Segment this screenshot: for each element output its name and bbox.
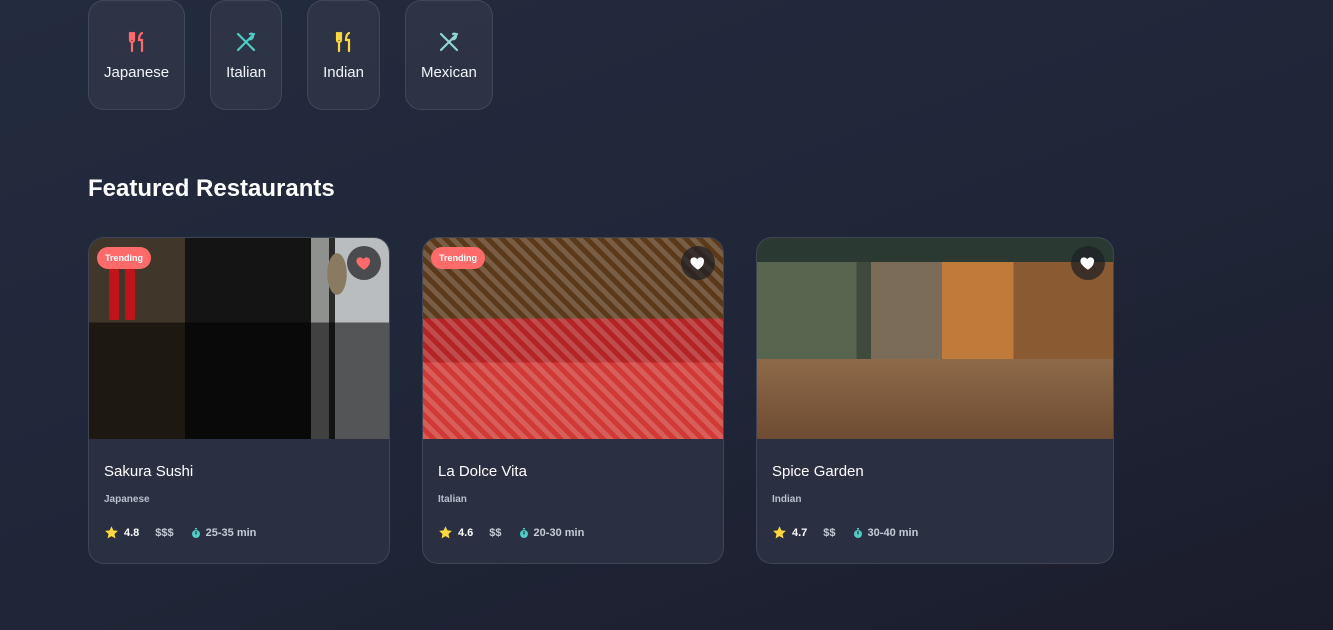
- star-icon: [105, 526, 118, 539]
- decor-vase: [125, 266, 135, 320]
- favorite-button[interactable]: [1071, 246, 1105, 280]
- favorite-button[interactable]: [681, 246, 715, 280]
- restaurant-cuisine: Japanese: [104, 494, 150, 505]
- trending-badge: Trending: [97, 247, 151, 269]
- restaurant-name: La Dolce Vita: [438, 463, 527, 480]
- trending-badge: Trending: [431, 247, 485, 269]
- utensils-crossed-icon: [236, 32, 256, 51]
- category-mexican[interactable]: Mexican: [404, 0, 493, 110]
- rating-value: 4.8: [124, 526, 140, 539]
- category-label: Mexican: [420, 63, 477, 81]
- star-icon: [773, 526, 786, 539]
- fork-knife-icon: [128, 31, 143, 52]
- category-label: Italian: [226, 63, 267, 81]
- restaurant-card-la-dolce-vita[interactable]: Trending La Dolce Vita Italian 4.6 $$ 20…: [422, 237, 724, 564]
- restaurant-cuisine: Italian: [438, 494, 467, 505]
- heart-filled-icon: [356, 257, 371, 270]
- restaurant-photo: Trending: [423, 238, 723, 439]
- timer-icon: [853, 527, 862, 538]
- timer-icon: [191, 527, 200, 538]
- category-label: Japanese: [104, 63, 170, 81]
- favorite-button[interactable]: [347, 246, 381, 280]
- rating-value: 4.7: [792, 526, 808, 539]
- category-indian[interactable]: Indian: [307, 0, 380, 110]
- delivery-time: 20-30 min: [533, 526, 585, 539]
- restaurant-meta: 4.8 $$$ 25-35 min: [104, 525, 374, 540]
- delivery-time: 25-35 min: [205, 526, 257, 539]
- restaurant-name: Sakura Sushi: [104, 463, 194, 480]
- restaurant-meta: 4.7 $$ 30-40 min: [772, 525, 1098, 540]
- category-italian[interactable]: Italian: [210, 0, 283, 110]
- heart-icon: [1080, 257, 1095, 270]
- restaurant-card-sakura-sushi[interactable]: Trending Sakura Sushi Japanese 4.8 $$$ 2…: [88, 237, 390, 564]
- restaurant-meta: 4.6 $$ 20-30 min: [438, 525, 708, 540]
- heart-icon: [690, 257, 705, 270]
- restaurant-card-spice-garden[interactable]: Spice Garden Indian 4.7 $$ 30-40 min: [756, 237, 1114, 564]
- fork-knife-icon: [335, 31, 350, 52]
- restaurant-name: Spice Garden: [772, 463, 864, 480]
- restaurant-photo: Trending: [89, 238, 389, 439]
- restaurant-list: Trending Sakura Sushi Japanese 4.8 $$$ 2…: [88, 237, 1114, 564]
- restaurant-cuisine: Indian: [772, 494, 802, 505]
- category-label: Indian: [323, 63, 364, 81]
- price-level: $$$: [155, 526, 174, 539]
- timer-icon: [519, 527, 528, 538]
- price-level: $$: [823, 526, 836, 539]
- category-list: Japanese Italian Indian Mexican: [88, 0, 493, 110]
- restaurant-photo: [757, 238, 1113, 439]
- floor: [757, 359, 1113, 439]
- rating-value: 4.6: [458, 526, 474, 539]
- delivery-time: 30-40 min: [867, 526, 919, 539]
- price-level: $$: [489, 526, 502, 539]
- star-icon: [439, 526, 452, 539]
- category-japanese[interactable]: Japanese: [88, 0, 186, 110]
- section-title: Featured Restaurants: [88, 175, 335, 202]
- decor-vase: [109, 266, 119, 320]
- utensils-crossed-icon: [439, 32, 458, 51]
